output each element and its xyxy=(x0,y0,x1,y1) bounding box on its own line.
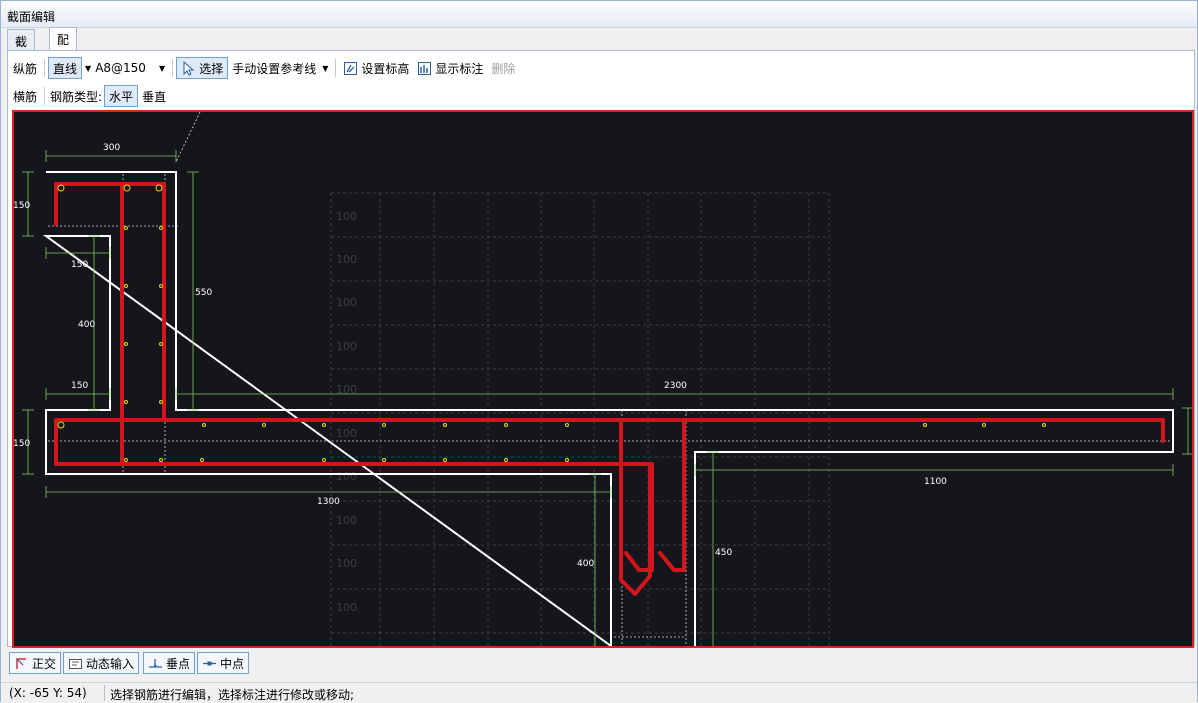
rebar-drop-right[interactable] xyxy=(658,418,686,572)
grid-label: 100 xyxy=(336,340,357,353)
rebar-spec-select[interactable]: A8@150 ▼ xyxy=(91,58,169,78)
select-label: 选择 xyxy=(199,61,224,76)
dim-upper-notch[interactable]: 150 xyxy=(71,260,88,270)
dim-left-run[interactable]: 1300 xyxy=(317,497,340,507)
perpendicular-point-label: 垂点 xyxy=(166,656,191,671)
line-mode-label: 直线 xyxy=(53,61,78,76)
divider xyxy=(335,59,337,77)
grid-label: 100 xyxy=(336,427,357,440)
perpendicular-icon xyxy=(149,658,163,668)
rebar-spec-value: A8@150 xyxy=(95,61,146,75)
dimension-texts: 300 150 150 400 150 550 150 2300 1300 11… xyxy=(14,143,947,569)
dim-drop-right[interactable]: 450 xyxy=(715,548,732,558)
dim-column-height[interactable]: 550 xyxy=(195,288,212,298)
dim-top-width[interactable]: 300 xyxy=(103,143,120,153)
vertical-button[interactable]: 垂直 xyxy=(138,85,170,107)
toolbar-row-2: 横筋 钢筋类型: 水平 垂直 xyxy=(9,84,170,108)
grid-labels: 100 100 100 100 100 100 100 100 100 100 xyxy=(336,210,357,614)
show-dimensions-button[interactable]: 显示标注 xyxy=(413,57,487,79)
grid-label: 100 xyxy=(336,601,357,614)
midpoint-icon xyxy=(203,661,217,665)
status-message: 选择钢筋进行编辑，选择标注进行修改或移动; xyxy=(110,688,355,702)
dim-slab-length[interactable]: 2300 xyxy=(664,381,687,391)
dim-drop-left[interactable]: 400 xyxy=(577,559,594,569)
delete-button[interactable]: 删除 xyxy=(487,57,519,79)
chevron-down-icon: ▼ xyxy=(159,63,166,73)
bar-type-label: 钢筋类型: xyxy=(50,89,103,104)
elevation-icon xyxy=(344,61,358,75)
window-title: 截面编辑 xyxy=(7,10,56,24)
line-mode-button[interactable]: 直线 xyxy=(48,57,83,79)
dynamic-input-label: 动态输入 xyxy=(86,656,135,671)
section-outline xyxy=(42,171,1174,646)
ortho-toggle[interactable]: 正交 xyxy=(9,652,62,674)
dim-stem[interactable]: 400 xyxy=(78,320,95,330)
grid-label: 100 xyxy=(336,557,357,570)
grid-label: 100 xyxy=(336,296,357,309)
dim-right-run[interactable]: 1100 xyxy=(924,477,947,487)
longitudinal-button[interactable]: 纵筋 xyxy=(9,57,41,79)
dynamic-input-toggle[interactable]: 动态输入 xyxy=(63,652,140,674)
grid-label: 100 xyxy=(336,253,357,266)
tab-rebar[interactable]: 配筋 xyxy=(49,27,78,64)
transverse-button[interactable]: 横筋 xyxy=(9,85,41,107)
ortho-label: 正交 xyxy=(32,656,57,671)
status-bar: (X: -65 Y: 54) 选择钢筋进行编辑，选择标注进行修改或移动; xyxy=(1,682,1197,702)
rebar-slab-top[interactable] xyxy=(54,418,1165,466)
grid-label: 100 xyxy=(336,210,357,223)
midpoint-toggle[interactable]: 中点 xyxy=(197,652,250,674)
grid-label: 100 xyxy=(336,514,357,527)
section-drawing[interactable]: 100 100 100 100 100 100 100 100 100 100 xyxy=(14,112,1192,646)
divider xyxy=(104,685,105,701)
rebar-paths[interactable] xyxy=(54,182,1165,596)
divider xyxy=(44,87,46,105)
snap-toolbar: 正交 动态输入 垂点 中点 xyxy=(9,651,250,675)
drawing-canvas[interactable]: 100 100 100 100 100 100 100 100 100 100 xyxy=(12,110,1194,648)
section-editor-window: 截面编辑 截面 配筋 纵筋 直线 ▼ A8@150 ▼ 选择 手动设置参考线 ▼… xyxy=(0,0,1198,702)
tab-section[interactable]: 截面 xyxy=(7,29,36,66)
set-elevation-label: 设置标高 xyxy=(361,61,410,76)
toolbar-row-1: 纵筋 直线 ▼ A8@150 ▼ 选择 手动设置参考线 ▼ 设置标高 显示标注 … xyxy=(9,56,519,80)
manual-reference-line-button[interactable]: 手动设置参考线 ▼ xyxy=(228,57,332,79)
grid-label: 100 xyxy=(336,470,357,483)
dim-lower-notch[interactable]: 150 xyxy=(71,381,88,391)
title-bar: 截面编辑 xyxy=(1,1,1197,28)
dimension-lines xyxy=(22,150,1192,646)
midpoint-label: 中点 xyxy=(220,656,245,671)
dimension-icon xyxy=(418,61,432,75)
manual-reference-line-label: 手动设置参考线 xyxy=(232,61,317,76)
divider xyxy=(44,59,46,77)
cursor-coordinates: (X: -65 Y: 54) xyxy=(9,686,87,700)
dynamic-input-icon xyxy=(69,658,83,669)
show-dimensions-label: 显示标注 xyxy=(435,61,484,76)
perpendicular-point-toggle[interactable]: 垂点 xyxy=(143,652,196,674)
dim-slab-thickness[interactable]: 150 xyxy=(14,439,30,449)
horizontal-button[interactable]: 水平 xyxy=(104,85,139,107)
divider xyxy=(172,59,174,77)
select-button[interactable]: 选择 xyxy=(176,57,229,79)
chevron-down-icon: ▼ xyxy=(322,63,329,73)
cursor-arrow-icon xyxy=(183,60,195,76)
dim-left-flange[interactable]: 150 xyxy=(14,201,30,211)
ortho-icon xyxy=(16,657,26,669)
set-elevation-button[interactable]: 设置标高 xyxy=(339,57,413,79)
